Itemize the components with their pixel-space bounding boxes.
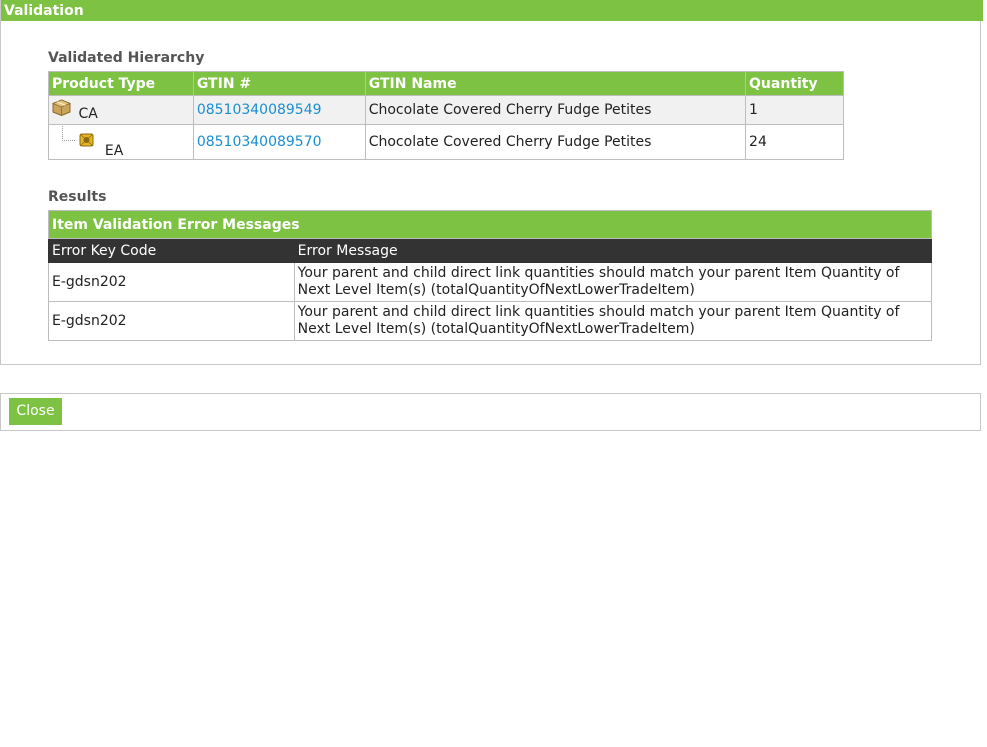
tree-connector-icon: [62, 125, 75, 141]
quantity-cell: 1: [745, 95, 844, 125]
gtin-cell: 08510340089549: [192, 95, 366, 125]
each-item-icon: [79, 133, 94, 147]
package-icon: [51, 98, 72, 116]
table-row: EA 08510340089570 Chocolate Covered Cher…: [48, 124, 844, 160]
column-header-quantity: Quantity: [745, 71, 844, 96]
column-header-error-message: Error Message: [293, 238, 933, 263]
error-messages-table: Item Validation Error Messages Error Key…: [48, 210, 933, 341]
gtin-link[interactable]: 08510340089570: [197, 134, 322, 150]
error-code-cell: E-gdsn202: [48, 262, 295, 302]
product-type-cell: CA: [48, 95, 194, 125]
column-header-gtin: GTIN #: [192, 71, 366, 96]
column-header-error-key-code: Error Key Code: [48, 238, 295, 263]
product-type-label: EA: [104, 142, 124, 159]
results-label: Results: [48, 189, 107, 205]
error-code-cell: E-gdsn202: [48, 301, 295, 341]
hierarchy-table: Product Type GTIN # GTIN Name Quantity C…: [48, 71, 844, 160]
gtin-name-cell: Chocolate Covered Cherry Fudge Petites: [364, 124, 747, 160]
table-row: E-gdsn202 Your parent and child direct l…: [48, 301, 933, 341]
dialog-title: Validation: [1, 0, 983, 21]
dialog-footer: Close: [0, 393, 981, 431]
validated-hierarchy-label: Validated Hierarchy: [48, 50, 205, 66]
hierarchy-header-row: Product Type GTIN # GTIN Name Quantity: [48, 71, 844, 96]
product-type-cell: EA: [48, 124, 194, 160]
gtin-name-cell: Chocolate Covered Cherry Fudge Petites: [364, 95, 747, 125]
error-table-title: Item Validation Error Messages: [48, 210, 932, 239]
gtin-link[interactable]: 08510340089549: [197, 102, 322, 118]
table-row: E-gdsn202 Your parent and child direct l…: [48, 262, 933, 302]
error-header-row: Error Key Code Error Message: [48, 238, 933, 263]
product-type-label: CA: [78, 105, 98, 122]
close-button[interactable]: Close: [9, 398, 62, 425]
error-message-cell: Your parent and child direct link quanti…: [293, 262, 933, 302]
table-row: CA 08510340089549 Chocolate Covered Cher…: [48, 95, 844, 125]
validation-dialog: Validation Validated Hierarchy Product T…: [0, 0, 983, 365]
gtin-cell: 08510340089570: [192, 124, 366, 160]
column-header-product-type: Product Type: [48, 71, 194, 96]
error-table-title-row: Item Validation Error Messages: [48, 210, 932, 239]
quantity-cell: 24: [745, 124, 844, 160]
column-header-gtin-name: GTIN Name: [364, 71, 747, 96]
error-message-cell: Your parent and child direct link quanti…: [293, 301, 933, 341]
